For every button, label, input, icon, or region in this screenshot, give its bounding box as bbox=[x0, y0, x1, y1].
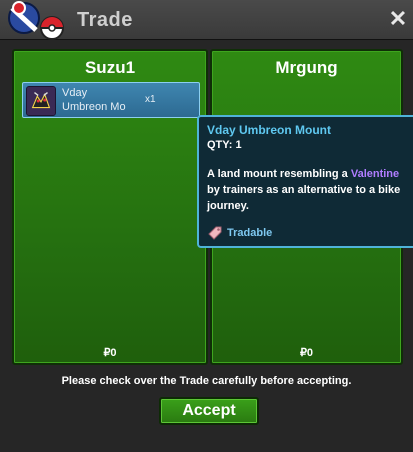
item-qty: x1 bbox=[145, 94, 156, 105]
tradable-label: Tradable bbox=[227, 226, 273, 239]
tradable-tag: Tradable bbox=[207, 225, 272, 241]
pokeball-logo-icon bbox=[8, 1, 64, 40]
my-offer-panel: Suzu1 Vday Umbreon Mo x1 ₽0 bbox=[12, 49, 208, 365]
close-icon: ✕ bbox=[388, 6, 408, 31]
item-name: Vday Umbreon Mo bbox=[62, 86, 142, 114]
umbreon-mount-icon bbox=[26, 86, 56, 116]
tooltip-desc-highlight: Valentine bbox=[350, 168, 400, 180]
tooltip-desc-line1: A land mount resembling a bbox=[207, 168, 351, 180]
player-name-right: Mrgung bbox=[275, 58, 338, 77]
title-bar[interactable]: Trade ✕ bbox=[0, 0, 413, 40]
tooltip-qty: QTY: 1 bbox=[207, 139, 242, 151]
tooltip-description: A land mount resembling a Valentine by t… bbox=[207, 166, 413, 214]
item-name-line1: Vday bbox=[62, 87, 88, 99]
accept-button[interactable]: Accept bbox=[159, 397, 259, 425]
trade-item-slot[interactable]: Vday Umbreon Mo x1 bbox=[22, 82, 200, 118]
player-name-left: Suzu1 bbox=[84, 58, 136, 77]
money-right: ₽0 bbox=[299, 347, 314, 359]
close-button[interactable]: ✕ bbox=[387, 8, 409, 30]
money-left: ₽0 bbox=[103, 347, 117, 359]
tooltip-title: Vday Umbreon Mount bbox=[207, 123, 332, 137]
window-title: Trade bbox=[77, 9, 133, 31]
tooltip-desc-line3: journey. bbox=[207, 200, 249, 212]
item-tooltip: Vday Umbreon Mount QTY: 1 A land mount r… bbox=[197, 115, 413, 248]
tooltip-desc-line2: by trainers as an alternative to a bike bbox=[207, 184, 401, 196]
trade-notice: Please check over the Trade carefully be… bbox=[61, 375, 352, 387]
trade-window: Trade ✕ Suzu1 Vday Umbreon Mo x1 ₽0 Mrgu… bbox=[0, 0, 413, 452]
tag-icon bbox=[208, 226, 222, 240]
item-name-line2: Umbreon Mo bbox=[62, 101, 126, 113]
